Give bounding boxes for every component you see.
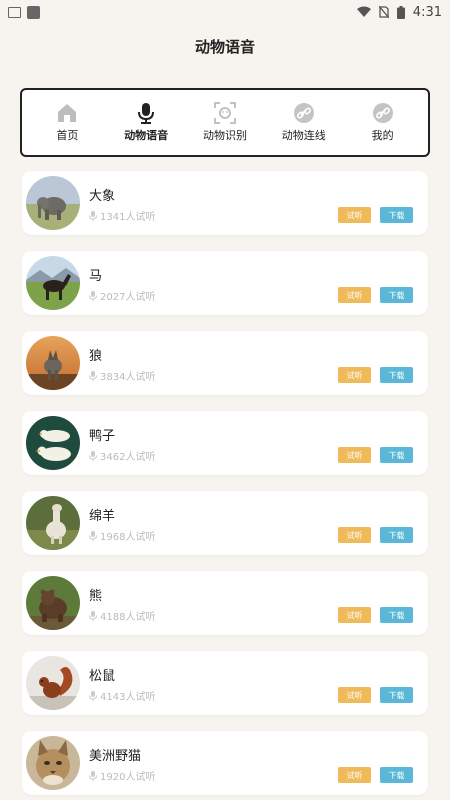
- download-button[interactable]: 下载: [380, 527, 413, 543]
- tab-animal-recognition-label: 动物识别: [202, 129, 247, 142]
- listen-button[interactable]: 试听: [338, 367, 371, 383]
- microphone-small-icon: [89, 690, 97, 701]
- listen-button[interactable]: 试听: [338, 287, 371, 303]
- microphone-small-icon: [89, 370, 97, 381]
- elephant-photo: [26, 176, 80, 230]
- download-button[interactable]: 下载: [380, 287, 413, 303]
- tab-animal-matching[interactable]: 动物连线: [267, 102, 341, 143]
- tab-animal-sounds-label: 动物语音: [124, 129, 169, 142]
- horse-photo: [26, 256, 80, 310]
- tab-mine[interactable]: 我的: [346, 102, 420, 143]
- list-item[interactable]: 绵羊 1968人试听 试听 下载: [22, 491, 428, 555]
- bear-photo: [26, 576, 80, 630]
- list-item[interactable]: 松鼠 4143人试听 试听 下载: [22, 651, 428, 715]
- home-icon: [56, 102, 78, 124]
- app-notification-icon: [27, 5, 40, 19]
- gallery-notification-icon: [8, 6, 21, 18]
- bobcat-photo: [26, 736, 80, 790]
- sheep-photo: [26, 496, 80, 550]
- listen-button[interactable]: 试听: [338, 767, 371, 783]
- link-icon: [293, 102, 315, 124]
- list-item[interactable]: 马 2027人试听 试听 下载: [22, 251, 428, 315]
- microphone-small-icon: [89, 290, 97, 301]
- status-bar: 4:31: [0, 0, 450, 24]
- list-item[interactable]: 熊 4188人试听 试听 下载: [22, 571, 428, 635]
- microphone-small-icon: [89, 770, 97, 781]
- tab-mine-label: 我的: [371, 129, 394, 142]
- listen-button[interactable]: 试听: [338, 207, 371, 223]
- list-item[interactable]: 美洲野猫 1920人试听 试听 下载: [22, 731, 428, 795]
- microphone-small-icon: [89, 210, 97, 221]
- animal-name: 美洲野猫: [89, 749, 142, 764]
- animal-name: 绵羊: [89, 509, 116, 524]
- play-count: 1341人试听: [89, 208, 155, 223]
- download-button[interactable]: 下载: [380, 607, 413, 623]
- tab-bar: 首页 动物语音 动物识别 动物连线 我的: [20, 88, 430, 157]
- play-count: 3834人试听: [89, 368, 155, 383]
- listen-button[interactable]: 试听: [338, 607, 371, 623]
- list-item[interactable]: 大象 1341人试听 试听 下载: [22, 171, 428, 235]
- play-count: 4188人试听: [89, 608, 155, 623]
- list-item[interactable]: 狼 3834人试听 试听 下载: [22, 331, 428, 395]
- animal-name: 鸭子: [89, 429, 116, 444]
- download-button[interactable]: 下载: [380, 207, 413, 223]
- squirrel-photo: [26, 656, 80, 710]
- clock: 4:31: [412, 4, 442, 20]
- animal-list: 大象 1341人试听 试听 下载 马 2027人试听 试听 下载 狼 3834人…: [22, 171, 428, 800]
- microphone-small-icon: [89, 450, 97, 461]
- play-count: 3462人试听: [89, 448, 155, 463]
- play-count: 1920人试听: [89, 768, 155, 783]
- page-title: 动物语音: [194, 37, 255, 56]
- microphone-small-icon: [89, 610, 97, 621]
- play-count: 4143人试听: [89, 688, 155, 703]
- link-icon: [372, 102, 394, 124]
- wifi-icon: [356, 6, 371, 17]
- download-button[interactable]: 下载: [380, 447, 413, 463]
- animal-name: 熊: [89, 589, 103, 604]
- animal-name: 马: [89, 269, 103, 284]
- download-button[interactable]: 下载: [380, 367, 413, 383]
- play-count: 1968人试听: [89, 528, 155, 543]
- tab-home-label: 首页: [56, 129, 79, 142]
- title-bar: 动物语音: [0, 26, 450, 66]
- listen-button[interactable]: 试听: [338, 687, 371, 703]
- tab-home[interactable]: 首页: [30, 102, 104, 143]
- listen-button[interactable]: 试听: [338, 447, 371, 463]
- animal-name: 狼: [89, 349, 103, 364]
- play-count: 2027人试听: [89, 288, 155, 303]
- wolf-photo: [26, 336, 80, 390]
- tab-animal-recognition[interactable]: 动物识别: [188, 102, 262, 143]
- tab-animal-matching-label: 动物连线: [281, 129, 326, 142]
- battery-icon: [396, 5, 405, 19]
- microphone-small-icon: [89, 530, 97, 541]
- tab-animal-sounds[interactable]: 动物语音: [109, 102, 183, 143]
- animal-name: 大象: [89, 189, 116, 204]
- no-sim-icon: [378, 6, 389, 18]
- download-button[interactable]: 下载: [380, 767, 413, 783]
- scan-face-icon: [214, 102, 236, 124]
- download-button[interactable]: 下载: [380, 687, 413, 703]
- microphone-icon: [135, 102, 157, 124]
- listen-button[interactable]: 试听: [338, 527, 371, 543]
- list-item[interactable]: 鸭子 3462人试听 试听 下载: [22, 411, 428, 475]
- animal-name: 松鼠: [89, 669, 116, 684]
- duck-photo: [26, 416, 80, 470]
